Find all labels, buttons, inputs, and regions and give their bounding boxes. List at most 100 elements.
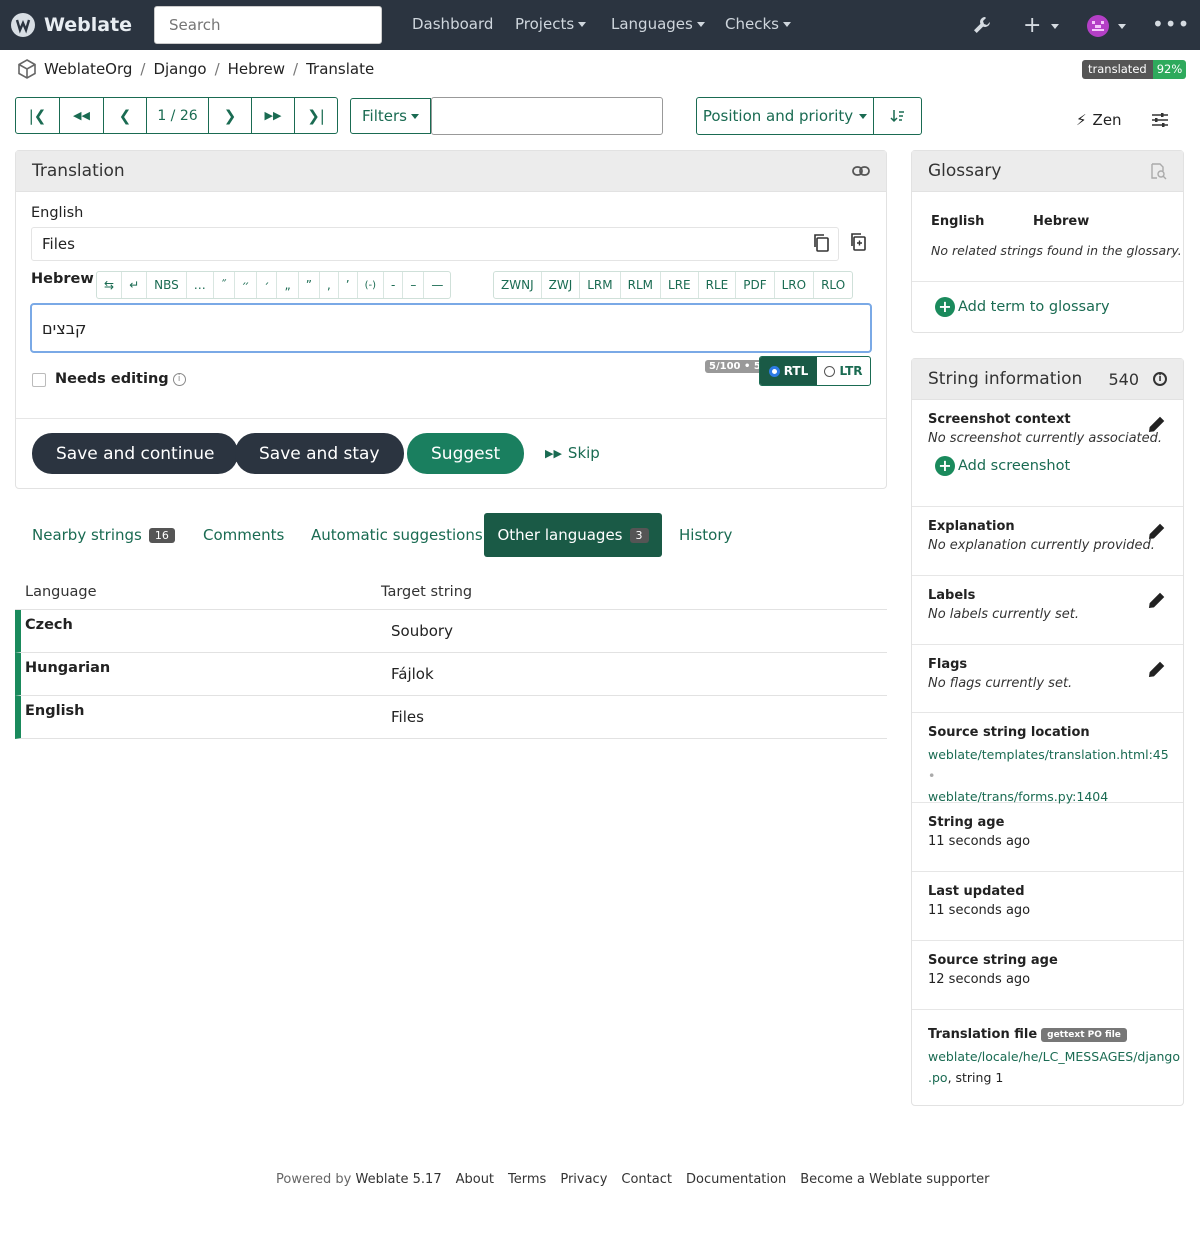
nav-projects[interactable]: Projects [515, 15, 587, 33]
breadcrumb-project-group[interactable]: WeblateOrg [44, 60, 132, 78]
string-info-title: String information [928, 369, 1083, 389]
special-char-button[interactable]: ” [299, 272, 320, 298]
labels-section: Labels No labels currently set. [912, 576, 1183, 645]
nav-languages[interactable]: Languages [611, 15, 705, 33]
table-row[interactable]: English Files [15, 696, 887, 739]
tab-other-languages[interactable]: Other languages 3 [484, 513, 662, 557]
source-language-label: English [31, 205, 84, 221]
info-icon[interactable]: i [172, 372, 186, 386]
tab-label: Other languages [497, 526, 623, 544]
location-link[interactable]: weblate/trans/forms.py:1404 [928, 789, 1108, 804]
special-char-button[interactable]: ↵ [122, 272, 148, 298]
special-char-button[interactable]: ⇆ [97, 272, 123, 298]
special-char-button[interactable]: ZWNJ [494, 272, 542, 298]
tab-automatic-suggestions[interactable]: Automatic suggestions [311, 513, 483, 557]
special-char-button[interactable]: ZWJ [542, 272, 581, 298]
rtl-radio[interactable]: RTL [760, 357, 817, 385]
filters-dropdown[interactable]: Filters [350, 98, 431, 134]
string-pager: |❮ ◀◀ ❮ 1 / 26 ❯ ▶▶ ❯| [15, 97, 338, 134]
user-menu[interactable] [1087, 15, 1126, 37]
string-info-header: String information 540 i [912, 359, 1183, 400]
query-input[interactable] [431, 97, 663, 135]
edit-pencil-icon[interactable] [1147, 590, 1167, 610]
clone-source-icon[interactable] [849, 232, 867, 256]
footer-documentation[interactable]: Documentation [686, 1172, 786, 1187]
add-menu[interactable]: + [1023, 13, 1060, 38]
search-input[interactable] [154, 6, 382, 44]
copy-icon[interactable] [812, 233, 830, 257]
footer-terms[interactable]: Terms [508, 1172, 546, 1187]
special-char-button[interactable]: (-) [358, 272, 384, 298]
table-row[interactable]: Czech Soubory [15, 610, 887, 653]
file-link-ext[interactable]: .po [928, 1070, 948, 1085]
sort-dropdown[interactable]: Position and priority [697, 98, 874, 134]
wrench-icon[interactable] [971, 14, 993, 40]
breadcrumb-component[interactable]: Django [153, 60, 206, 78]
location-link[interactable]: weblate/templates/translation.html:45 [928, 747, 1169, 762]
chevron-right-icon: ❯ [223, 106, 237, 125]
link-icon[interactable] [852, 165, 870, 177]
footer-about[interactable]: About [456, 1172, 494, 1187]
file-link[interactable]: weblate/locale/he/LC_MESSAGES/django [928, 1049, 1180, 1064]
footer-contact[interactable]: Contact [621, 1172, 672, 1187]
tab-comments[interactable]: Comments [203, 513, 284, 557]
breadcrumb-language[interactable]: Hebrew [228, 60, 285, 78]
table-row[interactable]: Hungarian Fájlok [15, 653, 887, 696]
ltr-radio[interactable]: LTR [817, 357, 870, 385]
save-stay-button[interactable]: Save and stay [235, 433, 404, 474]
brand-logo[interactable]: Weblate [10, 11, 132, 39]
nav-dashboard[interactable]: Dashboard [412, 15, 493, 33]
status-badge[interactable]: translated 92% [1082, 60, 1187, 79]
special-char-button[interactable]: — [424, 272, 450, 298]
special-char-button[interactable]: NBS [147, 272, 187, 298]
glossary-search-icon[interactable] [1149, 162, 1167, 180]
settings-sliders-icon[interactable] [1151, 111, 1169, 133]
prev-page-button[interactable]: ◀◀ [60, 98, 104, 133]
zen-button[interactable]: ⚡ Zen [1076, 111, 1122, 129]
special-char-button[interactable]: … [187, 272, 214, 298]
special-char-button[interactable]: - [384, 272, 404, 298]
special-char-button[interactable]: RLE [699, 272, 737, 298]
special-char-button[interactable]: – [403, 272, 425, 298]
special-char-button[interactable]: ׳ [257, 272, 278, 298]
sort-direction-button[interactable] [874, 98, 921, 134]
skip-label: Skip [567, 444, 600, 462]
needs-editing: Needs editing i [55, 371, 186, 387]
skip-button[interactable]: ▶▶ Skip [545, 444, 600, 462]
special-char-button[interactable]: LRO [775, 272, 815, 298]
special-char-button[interactable]: LRE [661, 272, 699, 298]
more-menu-icon[interactable]: ••• [1152, 12, 1190, 36]
file-format-badge: gettext PO file [1041, 1027, 1127, 1042]
special-char-button[interactable]: PDF [736, 272, 775, 298]
footer-privacy[interactable]: Privacy [560, 1172, 607, 1187]
last-string-button[interactable]: ❯| [295, 98, 337, 133]
special-char-button[interactable]: ״ [235, 272, 258, 298]
edit-pencil-icon[interactable] [1147, 521, 1167, 541]
edit-pencil-icon[interactable] [1147, 414, 1167, 434]
tab-history[interactable]: History [679, 513, 732, 557]
add-term-button[interactable]: + Add term to glossary [935, 297, 1110, 317]
first-string-button[interactable]: |❮ [16, 98, 60, 133]
special-char-button[interactable]: RLO [814, 272, 852, 298]
next-string-button[interactable]: ❯ [209, 98, 252, 133]
special-char-button[interactable]: ˝ [214, 272, 235, 298]
special-char-button[interactable]: LRM [580, 272, 621, 298]
special-char-button[interactable]: ‚ [320, 272, 339, 298]
prev-string-button[interactable]: ❮ [104, 98, 147, 133]
tab-nearby-strings[interactable]: Nearby strings 16 [32, 513, 175, 557]
save-continue-button[interactable]: Save and continue [32, 433, 239, 474]
translation-textarea[interactable]: קבצים [30, 303, 872, 353]
edit-pencil-icon[interactable] [1147, 659, 1167, 679]
fast-forward-icon: ▶▶ [545, 446, 562, 460]
special-char-button[interactable]: ’ [339, 272, 358, 298]
add-screenshot-button[interactable]: + Add screenshot [935, 456, 1167, 476]
special-char-button[interactable]: RLM [621, 272, 662, 298]
weblate-version-link[interactable]: Weblate 5.17 [356, 1172, 442, 1187]
footer-supporter[interactable]: Become a Weblate supporter [800, 1172, 989, 1187]
needs-editing-checkbox[interactable] [32, 373, 46, 387]
special-char-button[interactable]: „ [277, 272, 299, 298]
next-page-button[interactable]: ▶▶ [252, 98, 295, 133]
info-icon[interactable]: i [1153, 372, 1167, 386]
suggest-button[interactable]: Suggest [407, 433, 525, 474]
nav-checks[interactable]: Checks [725, 15, 791, 33]
